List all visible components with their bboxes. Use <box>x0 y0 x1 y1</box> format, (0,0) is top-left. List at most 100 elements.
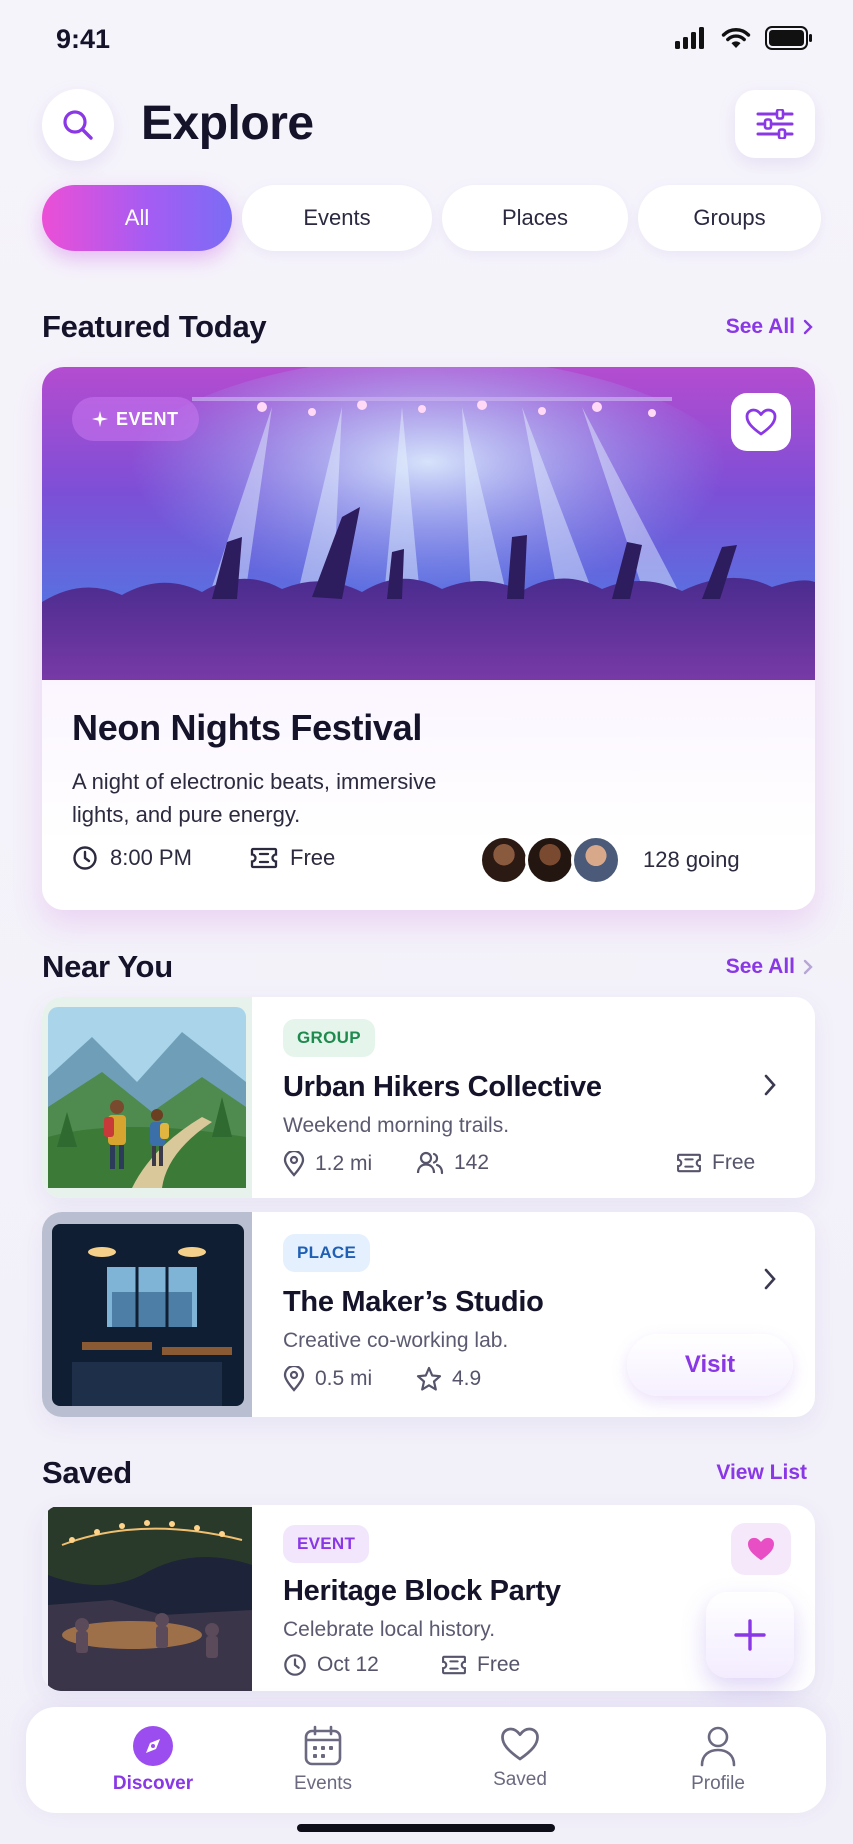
card-subtitle: Celebrate local history. <box>283 1618 496 1641</box>
date-text: Oct 12 <box>317 1653 379 1676</box>
featured-favorite-button[interactable] <box>731 393 791 451</box>
location-pin-icon <box>283 1151 305 1177</box>
featured-description: A night of electronic beats, immersive l… <box>72 769 437 827</box>
place-chip: PLACE <box>283 1234 371 1272</box>
distance-text: 0.5 mi <box>315 1367 373 1390</box>
search-button[interactable] <box>42 89 114 161</box>
chevron-right-icon <box>803 319 813 335</box>
card-distance: 1.2 mi <box>283 1151 372 1177</box>
tab-groups[interactable]: Groups <box>638 185 821 251</box>
heart-filled-icon <box>748 1537 774 1561</box>
featured-title: Neon Nights Festival <box>72 707 423 748</box>
saved-favorite-button[interactable] <box>731 1523 791 1575</box>
sparkle-icon <box>92 411 108 427</box>
view-list-label: View List <box>716 1461 807 1484</box>
ticket-icon <box>442 1655 466 1675</box>
group-chip: GROUP <box>283 1019 375 1057</box>
nav-item-discover[interactable]: Discover <box>83 1725 223 1795</box>
search-icon <box>63 110 93 140</box>
bottom-nav: Discover Events Saved Profile <box>26 1707 826 1813</box>
distance-text: 1.2 mi <box>315 1152 373 1175</box>
status-icons <box>675 26 813 50</box>
event-badge-label: EVENT <box>116 408 179 429</box>
compass-icon <box>133 1726 173 1766</box>
status-time: 9:41 <box>56 24 111 54</box>
card-subtitle: Weekend morning trails. <box>283 1114 510 1137</box>
avatar <box>525 835 575 885</box>
ticket-icon <box>677 1153 701 1173</box>
signal-icon <box>675 27 704 49</box>
nav-label: Profile <box>691 1773 745 1794</box>
price-text: Free <box>712 1151 756 1174</box>
users-icon <box>416 1151 444 1175</box>
tab-places[interactable]: Places <box>442 185 628 251</box>
going-count: 128 going <box>643 847 740 872</box>
user-icon <box>700 1726 736 1767</box>
list-item[interactable]: PLACE The Maker’s Studio Creative co-wor… <box>42 1212 815 1417</box>
saved-section-title: Saved <box>42 1455 132 1490</box>
attendee-avatars <box>479 835 621 885</box>
heart-outline-icon <box>745 408 777 436</box>
card-rating: 4.9 <box>416 1366 481 1392</box>
avatar <box>479 835 529 885</box>
featured-section-title: Featured Today <box>42 309 267 344</box>
chevron-right-icon[interactable] <box>763 1267 777 1291</box>
nav-label: Saved <box>493 1769 547 1790</box>
clock-icon <box>284 1654 306 1676</box>
studio-image <box>42 1212 252 1417</box>
see-all-label: See All <box>725 315 795 338</box>
nav-label: Events <box>293 1773 353 1794</box>
card-members: 142 <box>416 1151 489 1175</box>
nav-item-saved[interactable]: Saved <box>450 1725 590 1791</box>
nav-item-profile[interactable]: Profile <box>648 1725 788 1795</box>
list-item[interactable]: GROUP Urban Hikers Collective Weekend mo… <box>42 997 815 1198</box>
page-title: Explore <box>141 97 314 150</box>
view-list-link[interactable]: View List <box>716 1461 807 1485</box>
sliders-icon <box>756 109 794 139</box>
card-subtitle: Creative co-working lab. <box>283 1329 509 1352</box>
battery-icon <box>765 26 812 50</box>
tab-all[interactable]: All <box>42 185 232 251</box>
star-icon <box>416 1366 442 1391</box>
featured-time: 8:00 PM <box>72 845 192 871</box>
add-button[interactable] <box>706 1592 794 1678</box>
visit-button[interactable]: Visit <box>627 1334 793 1396</box>
filter-tabs: All Events Places Groups <box>42 185 821 251</box>
featured-price-text: Free <box>290 845 336 870</box>
filter-button[interactable] <box>735 90 815 158</box>
clock-icon <box>73 846 97 870</box>
card-price: Free <box>441 1653 520 1677</box>
event-chip: EVENT <box>283 1525 370 1563</box>
heart-icon <box>501 1727 539 1761</box>
location-pin-icon <box>283 1366 305 1392</box>
nav-label: Discover <box>112 1773 194 1794</box>
chevron-right-icon[interactable] <box>763 1073 777 1097</box>
card-price: Free <box>676 1151 755 1175</box>
nav-item-events[interactable]: Events <box>253 1725 393 1795</box>
block-party-image <box>42 1505 252 1691</box>
chevron-right-icon <box>803 959 813 975</box>
near-you-section-title: Near You <box>42 949 173 984</box>
list-item[interactable]: EVENT Heritage Block Party Celebrate loc… <box>42 1505 815 1691</box>
wifi-icon <box>721 28 751 48</box>
ticket-icon <box>250 847 278 869</box>
card-distance: 0.5 mi <box>283 1366 372 1392</box>
featured-event-card[interactable]: EVENT Neon Nights Festival A night of el… <box>42 367 815 910</box>
tab-events[interactable]: Events <box>242 185 432 251</box>
card-title: Urban Hikers Collective <box>283 1071 602 1103</box>
featured-time-text: 8:00 PM <box>110 845 192 870</box>
card-date: Oct 12 <box>283 1653 379 1677</box>
featured-see-all-link[interactable]: See All <box>726 315 813 339</box>
event-badge: EVENT <box>72 397 199 441</box>
hikers-image <box>42 997 252 1198</box>
calendar-icon <box>304 1725 342 1766</box>
see-all-label: See All <box>725 955 795 978</box>
members-text: 142 <box>454 1151 490 1174</box>
plus-icon <box>734 1619 766 1651</box>
price-text: Free <box>477 1653 521 1676</box>
featured-price: Free <box>250 845 335 871</box>
card-title: The Maker’s Studio <box>283 1286 544 1318</box>
avatar <box>571 835 621 885</box>
home-indicator <box>297 1824 555 1832</box>
near-you-see-all-link[interactable]: See All <box>726 955 813 979</box>
